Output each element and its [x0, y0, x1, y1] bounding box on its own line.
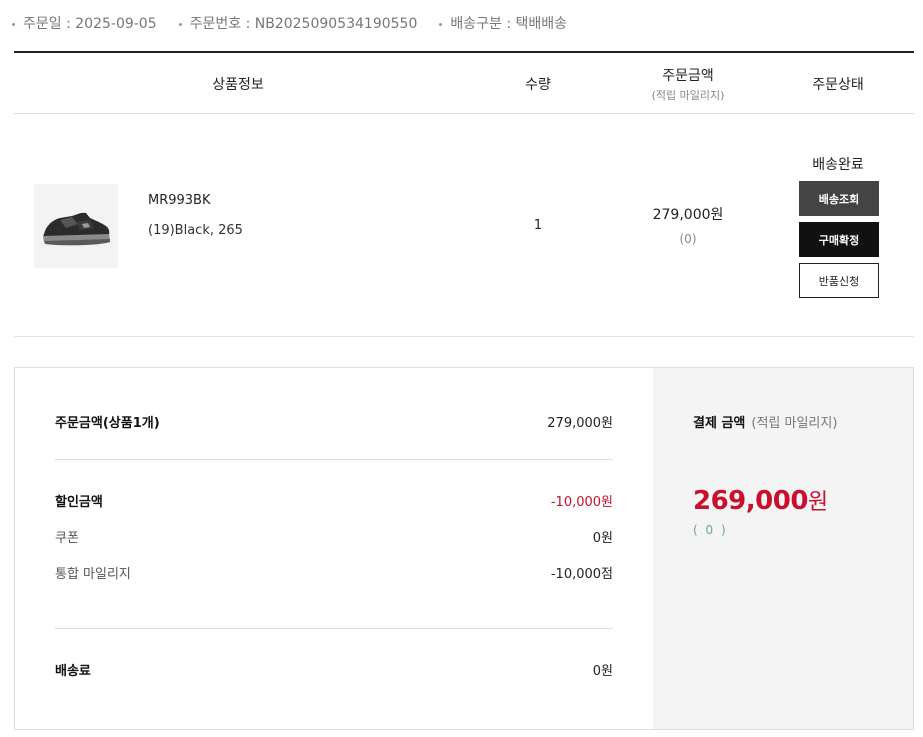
order-date: 주문일 : 2025-09-05	[12, 14, 157, 34]
order-amount-value: 279,000원	[547, 416, 613, 431]
shipping-value: 0원	[592, 664, 613, 679]
order-item-row: MR993BK (19)Black, 265 1 279,000원 (0) 배송…	[14, 114, 914, 337]
payment-amount-value: 269,000	[693, 486, 808, 516]
track-delivery-button[interactable]: 배송조회	[799, 181, 879, 216]
sneaker-image	[43, 212, 110, 246]
bullet-icon	[12, 22, 15, 26]
bullet-icon	[178, 22, 182, 26]
order-meta: 주문일 : 2025-09-05 주문번호 : NB20250905341905…	[12, 14, 589, 34]
summary-shipping: 배송료 0원	[55, 660, 613, 679]
bullet-icon	[439, 22, 443, 26]
request-return-button[interactable]: 반품신청	[799, 263, 879, 298]
product-option: (19)Black, 265	[148, 223, 243, 238]
header-amount-sublabel: (적립 마일리지)	[651, 88, 725, 102]
product-price: 279,000원	[652, 207, 724, 223]
shipping-label: 배송료	[55, 664, 91, 679]
product-thumbnail[interactable]	[34, 184, 118, 268]
product-name[interactable]: MR993BK	[148, 193, 211, 208]
payment-amount: 269,000원	[693, 484, 828, 516]
confirm-purchase-button[interactable]: 구매확정	[799, 222, 879, 257]
summary-breakdown: 주문금액(상품1개) 279,000원 할인금액 -10,000원 쿠폰 0원 …	[15, 368, 653, 729]
header-amount: 주문금액 (적립 마일리지)	[614, 53, 762, 114]
header-quantity: 수량	[462, 53, 614, 114]
payment-total-panel: 결제 금액 (적립 마일리지) 269,000원 ( 0 )	[653, 368, 913, 729]
summary-coupon: 쿠폰 0원	[55, 527, 613, 546]
payment-mileage: ( 0 )	[693, 523, 728, 537]
delivery-type-text: 배송구분 : 택배배송	[450, 16, 568, 32]
order-number: 주문번호 : NB2025090534190550	[178, 14, 418, 34]
summary-order-amount: 주문금액(상품1개) 279,000원	[55, 412, 613, 431]
header-product: 상품정보	[14, 53, 462, 114]
header-product-label: 상품정보	[212, 76, 264, 93]
summary-divider	[55, 628, 613, 629]
header-amount-label: 주문금액	[662, 67, 714, 84]
payment-summary: 주문금액(상품1개) 279,000원 할인금액 -10,000원 쿠폰 0원 …	[14, 367, 914, 730]
payment-amount-unit: 원	[807, 490, 828, 515]
header-quantity-label: 수량	[525, 76, 551, 93]
payment-label-sub: (적립 마일리지)	[751, 416, 838, 431]
summary-divider	[55, 459, 613, 460]
mileage-value: -10,000점	[550, 567, 613, 582]
discount-label: 할인금액	[55, 495, 103, 510]
summary-discount: 할인금액 -10,000원	[55, 491, 613, 510]
summary-mileage: 통합 마일리지 -10,000점	[55, 563, 613, 582]
order-status: 배송완료	[812, 157, 864, 173]
delivery-type: 배송구분 : 택배배송	[439, 14, 567, 34]
discount-value: -10,000원	[550, 495, 613, 510]
product-quantity: 1	[533, 218, 543, 233]
header-status: 주문상태	[762, 53, 914, 114]
coupon-value: 0원	[592, 531, 613, 546]
order-amount-label: 주문금액(상품1개)	[55, 416, 160, 431]
mileage-label: 통합 마일리지	[55, 567, 131, 582]
payment-label-text: 결제 금액	[693, 416, 746, 431]
payment-label: 결제 금액 (적립 마일리지)	[693, 412, 837, 431]
order-table-header: 상품정보 수량 주문금액 (적립 마일리지) 주문상태	[14, 51, 914, 114]
header-status-label: 주문상태	[812, 76, 864, 93]
product-mileage: (0)	[679, 232, 697, 246]
order-date-text: 주문일 : 2025-09-05	[23, 16, 157, 32]
coupon-label: 쿠폰	[55, 531, 79, 546]
order-number-text: 주문번호 : NB2025090534190550	[189, 16, 418, 32]
